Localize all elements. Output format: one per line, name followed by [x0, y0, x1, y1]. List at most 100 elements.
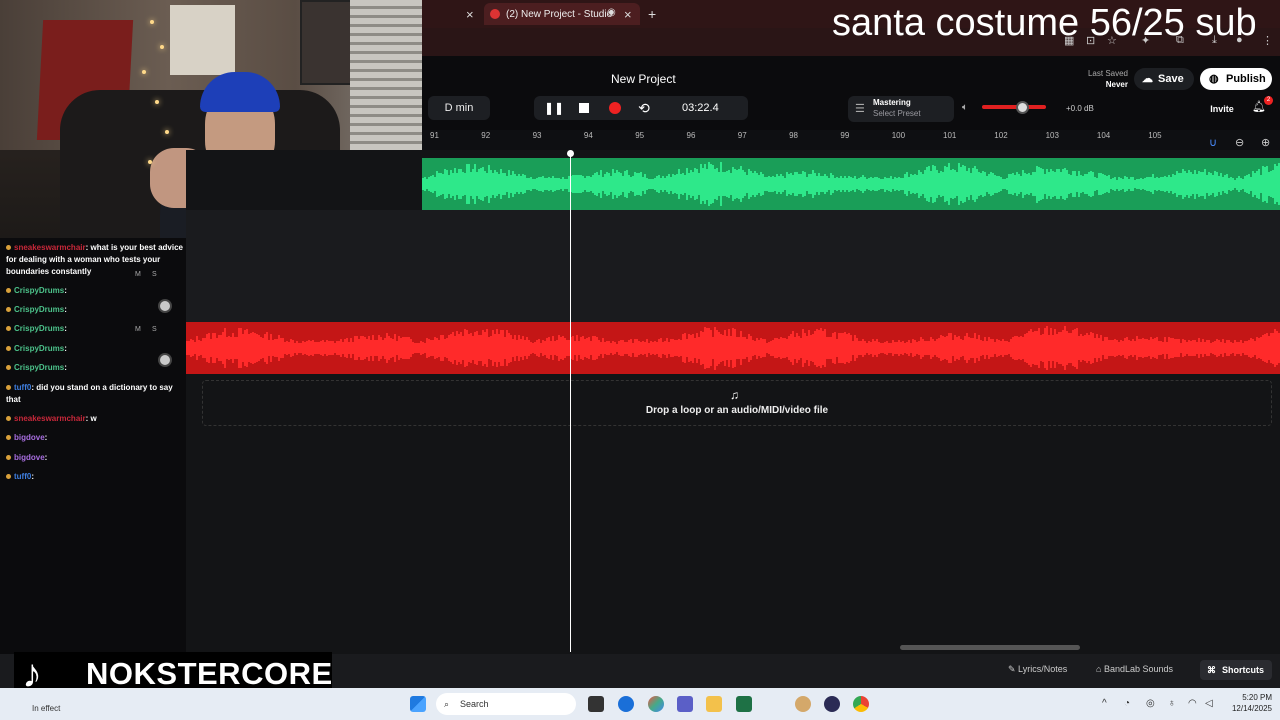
tray-sync-icon[interactable]: ◎ [1146, 698, 1155, 709]
empty-track-lane[interactable] [186, 210, 1280, 322]
key-selector-button[interactable]: D min [428, 96, 490, 120]
badge-icon [6, 455, 11, 460]
publish-button[interactable]: ◍ Publish [1200, 68, 1272, 90]
volume-icon[interactable]: ◁ [1205, 698, 1213, 709]
chat-message: sneakeswarmchair: w [6, 413, 184, 425]
invite-button[interactable]: Invite [1200, 100, 1244, 118]
last-saved-label: Last Saved [1087, 69, 1128, 78]
zoom-in-icon[interactable]: ⊕ [1261, 136, 1270, 149]
edge-icon[interactable] [618, 696, 634, 712]
badge-icon [6, 385, 11, 390]
chat-message: bigdove: [6, 432, 184, 444]
search-placeholder: Search [460, 699, 489, 709]
stream-overlay-title: santa costume 56/25 sub [832, 2, 1257, 44]
mastering-label: Mastering [873, 98, 911, 107]
tray-chevron-icon[interactable]: ^ [1102, 698, 1107, 709]
start-windows-icon[interactable] [410, 696, 426, 712]
chat-text: : [64, 305, 67, 314]
chat-username: bigdove [14, 453, 45, 462]
ruler-tick: 102 [994, 131, 1008, 140]
loop-button[interactable]: ⟲ [632, 96, 656, 120]
volume-slider-handle[interactable] [1015, 101, 1029, 114]
ruler-tick: 104 [1096, 131, 1111, 140]
track-panel [0, 238, 186, 654]
audio-playing-icon[interactable]: ◉ [607, 7, 616, 18]
clock-date: 12/14/2025 [1231, 704, 1272, 713]
save-button[interactable]: ☁ Save [1134, 68, 1194, 90]
chat-username: CrispyDrums [14, 324, 65, 333]
chat-username: tuff0 [14, 472, 32, 481]
badge-icon [6, 346, 11, 351]
ruler-tick: 91 [430, 131, 439, 140]
studio-favicon-icon [490, 9, 500, 19]
audio-clip-red[interactable] [186, 322, 1280, 374]
ruler-tick: 105 [1148, 131, 1162, 140]
speaker-icon[interactable]: 🔈︎ [962, 102, 968, 113]
clock-time: 5:20 PM [1242, 693, 1272, 702]
sliders-icon: ☰ [855, 103, 865, 115]
stop-button[interactable] [579, 103, 589, 113]
wifi-icon[interactable]: ◠ [1188, 698, 1197, 709]
project-title[interactable]: New Project [611, 72, 676, 86]
shortcuts-label: Shortcuts [1222, 665, 1265, 675]
chat-message: CrispyDrums: [6, 323, 184, 335]
chat-text: : [64, 363, 67, 372]
tray-app-icon[interactable]: ◔ [1124, 698, 1130, 709]
drop-zone-text: Drop a loop or an audio/MIDI/video file [645, 405, 829, 416]
obs-icon[interactable] [824, 696, 840, 712]
globe-icon: ◍ [1209, 73, 1219, 85]
chat-username: CrispyDrums [14, 363, 65, 372]
playhead-handle[interactable] [567, 150, 574, 157]
save-label: Save [1158, 73, 1184, 85]
notification-badge: 2 [1264, 96, 1273, 105]
ruler-tick: 96 [686, 131, 696, 140]
master-volume-slider[interactable] [982, 105, 1046, 109]
cloud-icon: ☁ [1142, 73, 1153, 85]
close-active-tab-icon[interactable]: × [624, 7, 632, 22]
magnet-icon[interactable]: ∪ [1209, 136, 1217, 149]
record-button[interactable] [609, 102, 621, 114]
microphone-icon[interactable]: ♁ [1168, 698, 1176, 709]
chrome-icon[interactable] [853, 696, 869, 712]
chat-message: CrispyDrums: [6, 285, 184, 297]
badge-icon [6, 245, 11, 250]
menu-icon[interactable]: ⋮ [1262, 34, 1273, 47]
tab-active[interactable]: (2) New Project - Studio [484, 3, 640, 25]
chat-message: CrispyDrums: [6, 343, 184, 355]
drop-zone[interactable] [202, 380, 1272, 426]
chat-text: : [44, 453, 48, 462]
shortcuts-button[interactable]: ⌘ Shortcuts [1200, 660, 1272, 680]
search-icon: ⌕ [444, 699, 450, 709]
playhead[interactable] [570, 152, 571, 652]
copilot-icon[interactable] [648, 696, 664, 712]
chat-message: tuff0: [6, 471, 184, 483]
system-clock[interactable]: 5:20 PM 12/14/2025 [1228, 692, 1272, 714]
chat-text: : [64, 286, 67, 295]
ruler-tick: 98 [789, 131, 798, 140]
teams-icon[interactable] [677, 696, 693, 712]
windows-taskbar [0, 688, 1280, 720]
publish-label: Publish [1226, 73, 1266, 85]
zoom-out-icon[interactable]: ⊖ [1235, 136, 1244, 149]
ruler-tick: 93 [532, 131, 542, 140]
lyrics-notes-button[interactable]: ✎ Lyrics/Notes [1008, 664, 1067, 675]
taskbar-search[interactable]: ⌕ Search [436, 693, 576, 715]
excel-icon[interactable] [736, 696, 752, 712]
close-tab-icon[interactable]: × [466, 7, 474, 22]
badge-icon [6, 416, 11, 421]
new-tab-button[interactable]: + [648, 6, 656, 22]
bandlab-sounds-button[interactable]: ⌂ BandLab Sounds [1096, 664, 1173, 674]
horizontal-scrollbar[interactable] [900, 645, 1080, 650]
chat-username: CrispyDrums [14, 344, 65, 353]
chat-username: tuff0 [14, 383, 32, 392]
pause-button[interactable]: ❚❚ [542, 96, 566, 120]
brand-name: NOKSTERCORE [86, 656, 333, 691]
lyrics-label: Lyrics/Notes [1018, 664, 1068, 674]
app-icon[interactable] [795, 696, 811, 712]
badge-icon [6, 288, 11, 293]
file-explorer-icon[interactable] [706, 696, 722, 712]
mastering-preset: Select Preset [873, 109, 921, 118]
audio-clip-green[interactable] [422, 158, 1280, 210]
badge-icon [6, 474, 11, 479]
task-view-icon[interactable] [588, 696, 604, 712]
